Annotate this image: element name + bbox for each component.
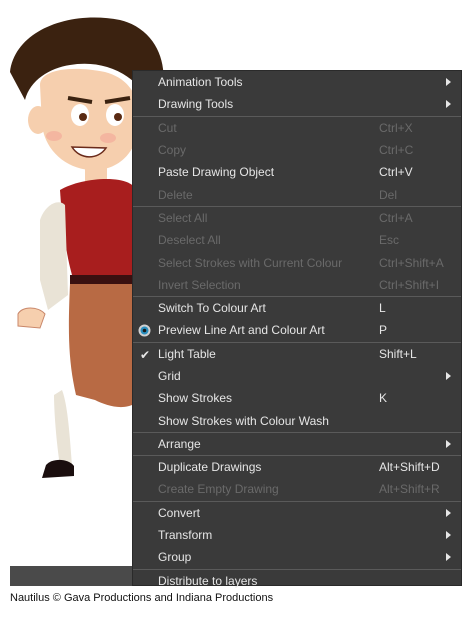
menu-item-switch-to-colour-art[interactable]: Switch To Colour Art L xyxy=(133,297,461,319)
menu-item-shortcut: Ctrl+Shift+I xyxy=(379,277,440,292)
menu-item-label: Select Strokes with Current Colour xyxy=(158,255,343,270)
menu-item-label: Grid xyxy=(158,369,181,383)
menu-item-select-all: Select All Ctrl+A xyxy=(133,207,461,229)
menu-item-animation-tools[interactable]: Animation Tools xyxy=(133,71,461,93)
image-caption: Nautilus © Gava Productions and Indiana … xyxy=(10,592,274,604)
menu-item-shortcut: Ctrl+V xyxy=(379,165,413,180)
menu-item-label: Transform xyxy=(158,528,213,543)
submenu-arrow-icon xyxy=(446,508,451,517)
menu-item-label: Drawing Tools xyxy=(158,97,234,112)
menu-item-distribute-to-layers[interactable]: Distribute to layers xyxy=(133,570,461,592)
menu-item-label: Light Table xyxy=(158,346,216,361)
context-menu: Animation Tools Drawing Tools Cut Ctrl+X Cop… xyxy=(132,70,462,588)
menu-item-shortcut: P xyxy=(379,323,388,338)
submenu-arrow-icon xyxy=(446,439,451,448)
menu-item-transform[interactable]: Transform xyxy=(133,524,461,546)
menu-item-shortcut: Del xyxy=(379,187,398,202)
menu-item-label: Deselect All xyxy=(158,233,221,248)
menu-item-arrange[interactable]: Arrange xyxy=(133,433,461,455)
menu-item-label: Create Empty Drawing xyxy=(158,482,279,497)
menu-item-duplicate-drawings[interactable]: Duplicate Drawings Alt+Shift+D xyxy=(133,456,461,478)
menu-item-cut: Cut Ctrl+X xyxy=(133,117,461,139)
menu-item-label: Convert xyxy=(158,505,201,520)
menu-item-shortcut: Esc xyxy=(379,233,400,248)
menu-item-convert[interactable]: Convert xyxy=(133,502,461,524)
menu-item-label: Preview Line Art and Colour Art xyxy=(158,323,325,338)
menu-item-shortcut: Alt+Shift+R xyxy=(379,482,440,497)
menu-item-label: Switch To Colour Art xyxy=(158,301,266,316)
menu-item-shortcut: K xyxy=(379,391,388,406)
submenu-arrow-icon xyxy=(446,553,451,562)
menu-item-shortcut: Alt+Shift+D xyxy=(379,460,440,475)
menu-item-shortcut: L xyxy=(379,301,386,316)
menu-item-shortcut: Ctrl+X xyxy=(379,120,413,135)
menu-item-label: Delete xyxy=(158,187,193,202)
menu-item-label: Show Strokes xyxy=(158,391,233,406)
menu-item-show-strokes-with-colour-wash[interactable]: Show Strokes with Colour Wash xyxy=(133,409,461,431)
eye-icon xyxy=(138,324,151,340)
menu-item-shortcut: Ctrl+C xyxy=(379,143,414,158)
menu-item-label: Group xyxy=(158,550,192,565)
menu-item-label: Animation Tools xyxy=(158,75,243,90)
menu-item-invert-selection: Invert Selection Ctrl+Shift+I xyxy=(133,274,461,296)
menu-item-label: Paste Drawing Object xyxy=(158,165,275,180)
menu-item-paste-drawing-object[interactable]: Paste Drawing Object Ctrl+V xyxy=(133,161,461,183)
menu-item-shortcut: Ctrl+Shift+A xyxy=(379,255,444,270)
menu-item-light-table[interactable]: ✔ Light Table Shift+L xyxy=(133,343,461,365)
menu-item-create-empty-drawing: Create Empty Drawing Alt+Shift+R xyxy=(133,478,461,500)
menu-item-show-strokes[interactable]: Show Strokes K xyxy=(133,387,461,409)
menu-item-shortcut: Ctrl+A xyxy=(379,210,413,225)
submenu-arrow-icon xyxy=(446,372,451,380)
menu-item-shortcut: Shift+L xyxy=(379,346,417,361)
submenu-arrow-icon xyxy=(446,78,451,87)
menu-item-label: Show Strokes with Colour Wash xyxy=(158,413,329,428)
menu-item-drawing-tools[interactable]: Drawing Tools xyxy=(133,93,461,115)
menu-item-label: Duplicate Drawings xyxy=(158,460,262,475)
menu-item-deselect-all: Deselect All Esc xyxy=(133,229,461,251)
menu-item-grid[interactable]: Grid xyxy=(133,365,461,387)
menu-item-label: Invert Selection xyxy=(158,277,241,292)
menu-item-group[interactable]: Group xyxy=(133,546,461,568)
menu-item-delete: Delete Del xyxy=(133,183,461,205)
checkmark-icon: ✔ xyxy=(140,347,151,362)
submenu-arrow-icon xyxy=(446,100,451,109)
menu-item-copy: Copy Ctrl+C xyxy=(133,139,461,161)
menu-item-select-strokes-with-current-colour: Select Strokes with Current Colour Ctrl+S… xyxy=(133,251,461,273)
menu-item-label: Distribute to layers xyxy=(158,573,258,588)
submenu-arrow-icon xyxy=(446,531,451,540)
menu-item-label: Cut xyxy=(158,120,177,135)
menu-item-preview-line-art-and-colour-art[interactable]: Preview Line Art and Colour Art P xyxy=(133,319,461,341)
menu-item-label: Copy xyxy=(158,143,187,158)
menu-item-label: Arrange xyxy=(158,436,201,451)
menu-item-label: Select All xyxy=(158,210,208,225)
